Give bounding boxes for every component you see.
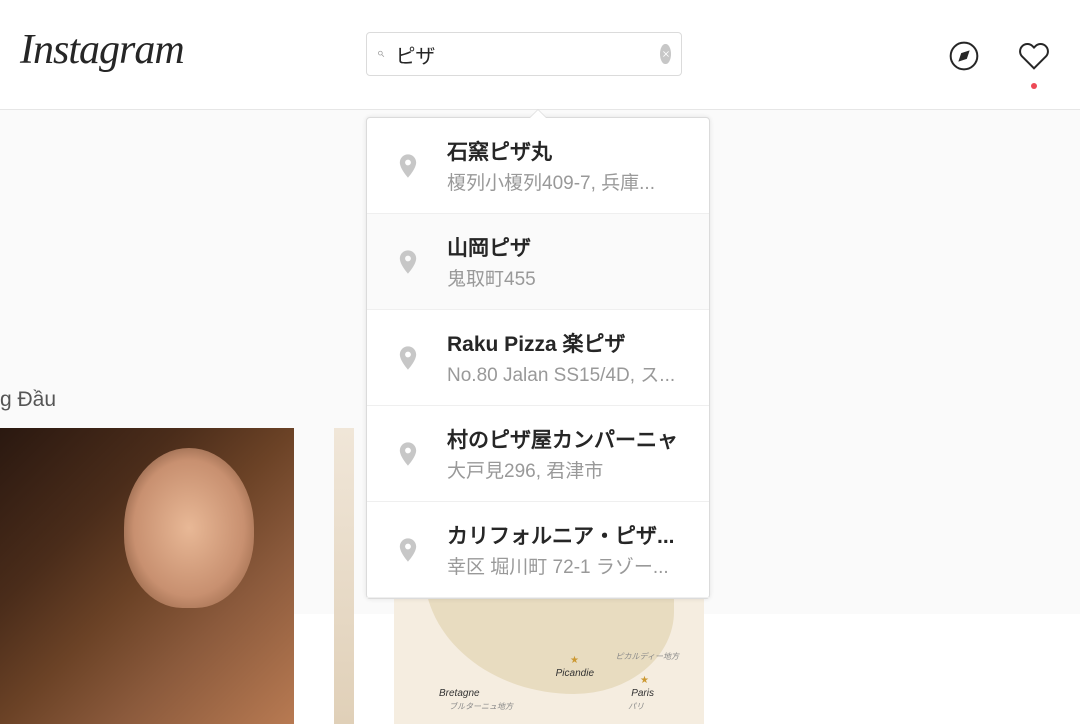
explore-button[interactable] <box>948 40 980 77</box>
location-pin-icon <box>387 529 429 571</box>
map-label: Paris <box>631 688 654 699</box>
search-icon <box>377 46 385 62</box>
result-title: 石窯ピザ丸 <box>447 136 689 166</box>
result-text: 山岡ピザ鬼取町455 <box>447 232 689 291</box>
search-result-item[interactable]: カリフォルニア・ピザ...幸区 堀川町 72-1 ラゾー... <box>367 502 709 598</box>
instagram-logo[interactable]: Instagram <box>20 26 184 74</box>
nav-icons <box>948 40 1050 77</box>
result-subtitle: 幸区 堀川町 72-1 ラゾー... <box>447 552 689 579</box>
result-text: 石窯ピザ丸榎列小榎列409-7, 兵庫... <box>447 136 689 195</box>
result-text: 村のピザ屋カンパーニャ大戸見296, 君津市 <box>447 424 689 483</box>
app-header: Instagram 石窯ピザ丸榎列小榎列409-7, 兵庫...山岡ピザ鬼取町4… <box>0 0 1080 110</box>
location-pin-icon <box>387 433 429 475</box>
search-result-item[interactable]: 村のピザ屋カンパーニャ大戸見296, 君津市 <box>367 406 709 502</box>
result-subtitle: 大戸見296, 君津市 <box>447 456 689 483</box>
results-list[interactable]: 石窯ピザ丸榎列小榎列409-7, 兵庫... 山岡ピザ鬼取町455 Raku Piz… <box>367 118 709 598</box>
notification-dot <box>1031 83 1037 89</box>
result-subtitle: No.80 Jalan SS15/4D, ス... <box>447 360 689 387</box>
map-label: Picandie <box>556 668 594 679</box>
result-title: 村のピザ屋カンパーニャ <box>447 424 689 454</box>
clear-search-button[interactable] <box>660 44 671 64</box>
result-title: カリフォルニア・ピザ... <box>447 520 689 550</box>
heart-icon <box>1018 40 1050 72</box>
compass-icon <box>948 40 980 72</box>
map-label: パリ <box>628 701 644 712</box>
search-result-item[interactable]: 石窯ピザ丸榎列小榎列409-7, 兵庫... <box>367 118 709 214</box>
result-text: カリフォルニア・ピザ...幸区 堀川町 72-1 ラゾー... <box>447 520 689 579</box>
result-title: Raku Pizza 楽ピザ <box>447 328 689 358</box>
search-wrapper: 石窯ピザ丸榎列小榎列409-7, 兵庫...山岡ピザ鬼取町455Raku Piz… <box>366 32 682 76</box>
result-subtitle: 榎列小榎列409-7, 兵庫... <box>447 168 689 195</box>
result-text: Raku Pizza 楽ピザNo.80 Jalan SS15/4D, ス... <box>447 328 689 387</box>
map-label: ピカルディー地方 <box>616 651 679 662</box>
search-result-item[interactable]: 山岡ピザ鬼取町455 <box>367 214 709 310</box>
feed-photo[interactable] <box>334 428 354 724</box>
search-results-dropdown: 石窯ピザ丸榎列小榎列409-7, 兵庫... 山岡ピザ鬼取町455 Raku Piz… <box>366 117 710 599</box>
close-icon <box>661 49 671 59</box>
result-subtitle: 鬼取町455 <box>447 264 689 291</box>
search-box[interactable] <box>366 32 682 76</box>
map-label: Bretagne <box>439 688 480 699</box>
map-label: ブルターニュ地方 <box>449 701 513 712</box>
activity-button[interactable] <box>1018 40 1050 77</box>
location-pin-icon <box>387 241 429 283</box>
search-input[interactable] <box>395 43 660 66</box>
location-pin-icon <box>387 337 429 379</box>
feed-photo[interactable] <box>0 428 294 724</box>
feed-label-partial: g Đầu <box>0 388 56 412</box>
location-pin-icon <box>387 145 429 187</box>
result-title: 山岡ピザ <box>447 232 689 262</box>
search-result-item[interactable]: Raku Pizza 楽ピザNo.80 Jalan SS15/4D, ス... <box>367 310 709 406</box>
